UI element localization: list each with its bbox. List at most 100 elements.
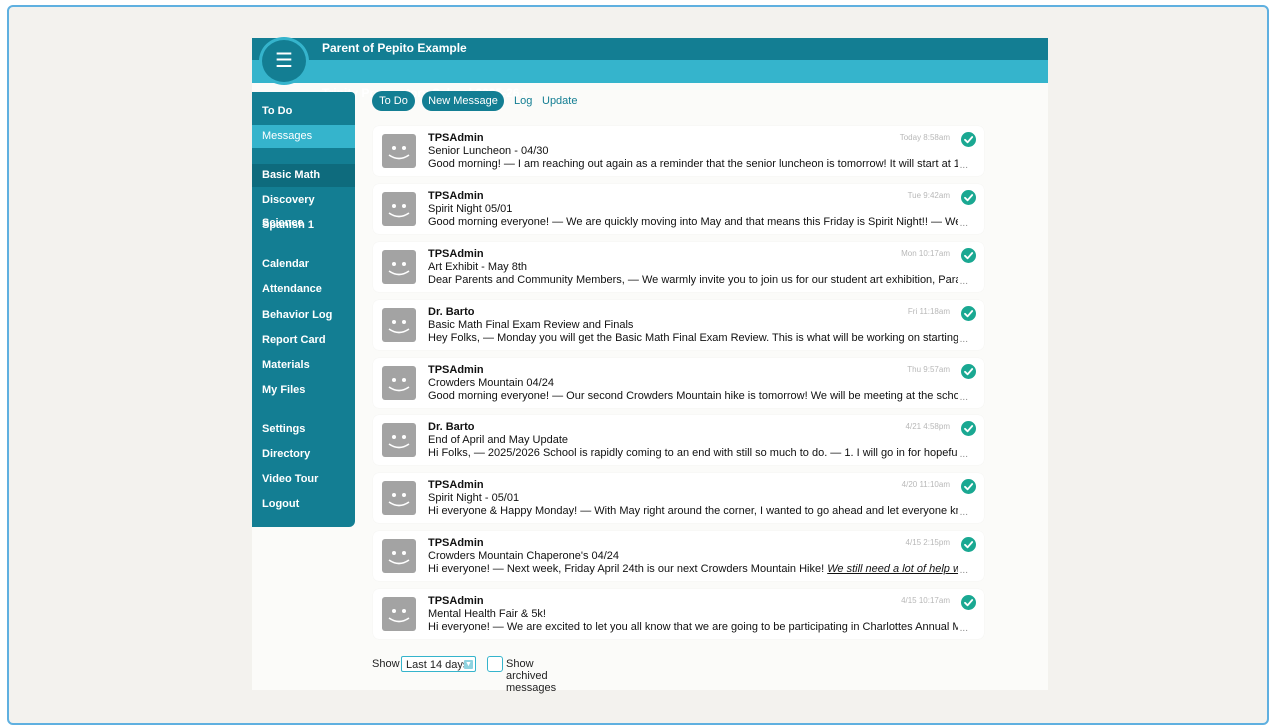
sidebar-item-basic-math[interactable]: Basic Math	[252, 164, 355, 187]
message-card[interactable]: TPSAdmin Crowders Mountain 04/24 Good mo…	[373, 358, 984, 408]
smiley-avatar-icon	[388, 493, 410, 507]
read-check-icon	[961, 190, 976, 205]
message-subject: Crowders Mountain 04/24	[428, 377, 554, 389]
message-preview-text: Hi everyone! — Next week, Friday April 2…	[428, 563, 828, 575]
more-ellipsis: ...	[959, 449, 968, 460]
sidebar-item-behavior-log[interactable]: Behavior Log	[252, 304, 355, 327]
show-label: Show	[372, 658, 400, 670]
message-time: Today 8:58am	[899, 133, 950, 142]
message-preview: Hi Folks, — 2025/2026 School is rapidly …	[428, 447, 958, 459]
todo-button[interactable]: To Do	[372, 91, 415, 111]
avatar	[382, 481, 416, 515]
user-name: Parent of Pepito Example	[322, 41, 467, 55]
message-subject: Crowders Mountain Chaperone's 04/24	[428, 550, 620, 562]
log-link[interactable]: Log	[514, 91, 532, 111]
sidebar-item-settings[interactable]: Settings	[252, 418, 355, 441]
read-check-icon	[961, 479, 976, 494]
message-sender: TPSAdmin	[428, 248, 484, 260]
message-subject: Art Exhibit - May 8th	[428, 261, 528, 273]
header-bar: Parent of Pepito Example	[252, 38, 1048, 60]
avatar	[382, 366, 416, 400]
smiley-avatar-icon	[388, 609, 410, 623]
message-card[interactable]: TPSAdmin Senior Luncheon - 04/30 Good mo…	[373, 126, 984, 176]
smiley-avatar-icon	[388, 146, 410, 160]
sidebar-item-spanish[interactable]: Spanish 1	[252, 214, 355, 237]
message-card[interactable]: TPSAdmin Spirit Night 05/01 Good morning…	[373, 184, 984, 234]
message-time: Thu 9:57am	[907, 365, 950, 374]
message-preview: Dear Parents and Community Members, — We…	[428, 274, 958, 286]
message-card[interactable]: TPSAdmin Crowders Mountain Chaperone's 0…	[373, 531, 984, 581]
more-ellipsis: ...	[959, 623, 968, 634]
more-ellipsis: ...	[959, 565, 968, 576]
message-sender: TPSAdmin	[428, 132, 484, 144]
message-sender: TPSAdmin	[428, 537, 484, 549]
read-check-icon	[961, 537, 976, 552]
sidebar-item-messages[interactable]: Messages	[252, 125, 355, 148]
smiley-avatar-icon	[388, 551, 410, 565]
message-card[interactable]: TPSAdmin Art Exhibit - May 8th Dear Pare…	[373, 242, 984, 292]
read-check-icon	[961, 248, 976, 263]
message-preview-text: Good morning everyone! — We are quickly …	[428, 216, 958, 228]
sidebar-item-attendance[interactable]: Attendance	[252, 278, 355, 301]
avatar	[382, 423, 416, 457]
message-sender: TPSAdmin	[428, 364, 484, 376]
message-time: Mon 10:17am	[901, 249, 950, 258]
more-ellipsis: ...	[959, 160, 968, 171]
sidebar-item-directory[interactable]: Directory	[252, 443, 355, 466]
menu-button[interactable]: ☰	[259, 37, 309, 85]
message-subject: Spirit Night - 05/01	[428, 492, 520, 504]
message-card[interactable]: TPSAdmin Mental Health Fair & 5k! Hi eve…	[373, 589, 984, 639]
message-subject: Mental Health Fair & 5k!	[428, 608, 546, 620]
sidebar-item-calendar[interactable]: Calendar	[252, 253, 355, 276]
message-card[interactable]: Dr. Barto End of April and May Update Hi…	[373, 415, 984, 465]
message-preview-text: Hi everyone! — We are excited to let you…	[428, 621, 958, 633]
avatar	[382, 250, 416, 284]
message-preview: Hey Folks, — Monday you will get the Bas…	[428, 332, 958, 344]
smiley-avatar-icon	[388, 262, 410, 276]
smiley-avatar-icon	[388, 320, 410, 334]
message-card[interactable]: TPSAdmin Spirit Night - 05/01 Hi everyon…	[373, 473, 984, 523]
message-subject: Basic Math Final Exam Review and Finals	[428, 319, 634, 331]
message-time: 4/21 4:58pm	[905, 422, 950, 431]
more-ellipsis: ...	[959, 507, 968, 518]
avatar	[382, 308, 416, 342]
sidebar-item-materials[interactable]: Materials	[252, 354, 355, 377]
message-preview-text: Hi everyone & Happy Monday! — With May r…	[428, 505, 958, 517]
read-check-icon	[961, 421, 976, 436]
avatar	[382, 192, 416, 226]
smiley-avatar-icon	[388, 378, 410, 392]
message-preview-text: Hi Folks, — 2025/2026 School is rapidly …	[428, 447, 958, 459]
sidebar-item-logout[interactable]: Logout	[252, 493, 355, 516]
message-subject: Senior Luncheon - 04/30	[428, 145, 549, 157]
message-preview-text: Good morning! — I am reaching out again …	[428, 158, 958, 170]
message-sender: Dr. Barto	[428, 306, 475, 318]
smiley-avatar-icon	[388, 435, 410, 449]
more-ellipsis: ...	[959, 218, 968, 229]
date-range-select[interactable]: Last 14 days ▼	[401, 656, 476, 672]
message-preview: Hi everyone! — Next week, Friday April 2…	[428, 563, 958, 575]
message-preview: Good morning everyone! — Our second Crow…	[428, 390, 958, 402]
message-time: 4/20 11:10am	[901, 480, 950, 489]
message-card[interactable]: Dr. Barto Basic Math Final Exam Review a…	[373, 300, 984, 350]
more-ellipsis: ...	[959, 334, 968, 345]
smiley-avatar-icon	[388, 204, 410, 218]
read-check-icon	[961, 132, 976, 147]
sidebar-item-my-files[interactable]: My Files	[252, 379, 355, 402]
sidebar-item-discovery-science[interactable]: Discovery Science	[252, 189, 355, 229]
sidebar-item-video-tour[interactable]: Video Tour	[252, 468, 355, 491]
message-time: 4/15 10:17am	[901, 596, 950, 605]
new-message-button[interactable]: New Message	[422, 91, 504, 111]
sidebar: To Do Messages Basic Math Discovery Scie…	[252, 92, 355, 527]
app-container: Parent of Pepito Example Trinity Prepara…	[252, 37, 1048, 694]
read-check-icon	[961, 364, 976, 379]
browser-frame: Parent of Pepito Example Trinity Prepara…	[7, 5, 1269, 725]
sidebar-item-todo[interactable]: To Do	[252, 100, 355, 123]
message-time: 4/15 2:15pm	[905, 538, 950, 547]
show-archived-checkbox[interactable]	[487, 656, 503, 672]
update-link[interactable]: Update	[542, 91, 577, 111]
avatar	[382, 597, 416, 631]
sidebar-item-report-card[interactable]: Report Card	[252, 329, 355, 352]
show-archived-label[interactable]: Show archived messages	[506, 658, 556, 694]
read-check-icon	[961, 306, 976, 321]
message-preview: Good morning everyone! — We are quickly …	[428, 216, 958, 228]
